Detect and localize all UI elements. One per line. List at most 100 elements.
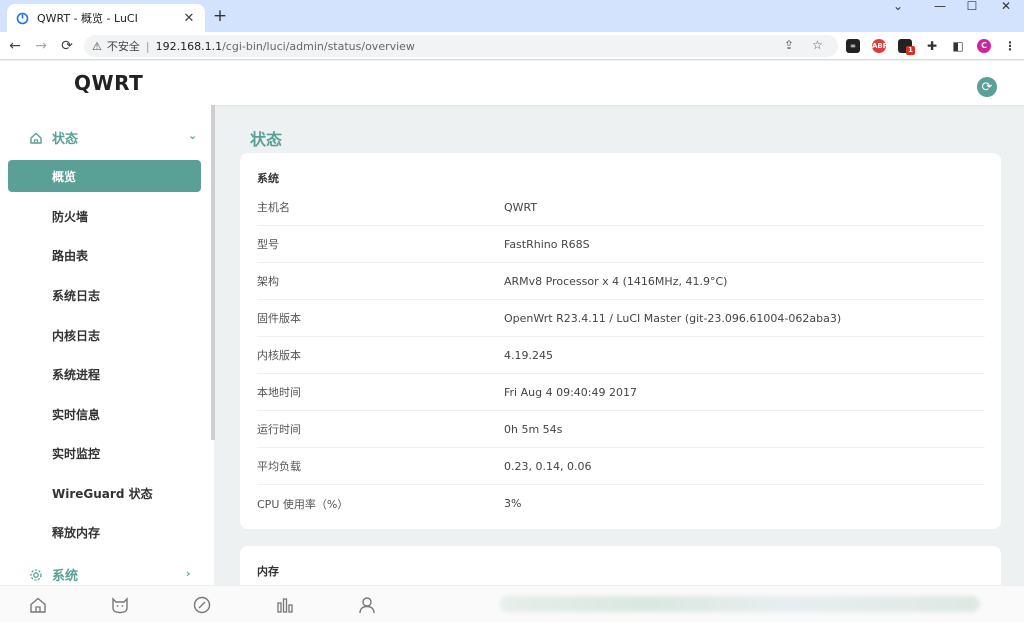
browser-tab-bar: QWRT - 概览 - LuCI ✕ + ⌄ — ☐ ✕ — [0, 0, 1024, 32]
info-key: 固件版本 — [257, 312, 301, 325]
brand-logo[interactable]: QWRT — [74, 71, 143, 95]
bookmark-star-icon[interactable]: ☆ — [812, 38, 823, 52]
sidebar-item-firewall[interactable]: 防火墙 — [8, 200, 201, 232]
sidebar-item-processes[interactable]: 系统进程 — [8, 358, 201, 390]
tab-title: QWRT - 概览 - LuCI — [37, 12, 138, 25]
sidebar-item-label: 实时信息 — [52, 407, 101, 422]
sidebar-item-free-memory[interactable]: 释放内存 — [8, 516, 201, 548]
puzzle-extensions-icon[interactable]: ✚ — [925, 39, 939, 53]
chevron-down-icon: ⌄ — [188, 129, 198, 142]
info-row-firmware: 固件版本 OpenWrt R23.4.11 / LuCI Master (git… — [257, 300, 985, 337]
window-close-button[interactable]: ✕ — [992, 0, 1020, 14]
sidebar-group-label: 系统 — [52, 569, 79, 584]
page-title: 状态 — [250, 130, 283, 149]
info-row-architecture: 架构 ARMv8 Processor x 4 (1416MHz, 41.9°C) — [257, 263, 985, 300]
info-row-model: 型号 FastRhino R68S — [257, 226, 985, 263]
sidebar-item-label: WireGuard 状态 — [52, 486, 153, 501]
share-icon[interactable]: ⇪ — [784, 38, 794, 52]
info-row-uptime: 运行时间 0h 5m 54s — [257, 411, 985, 448]
cat-icon[interactable] — [109, 594, 131, 616]
info-value: Fri Aug 4 09:40:49 2017 — [504, 385, 637, 399]
system-card-title: 系统 — [257, 172, 279, 185]
sidebar-group-label: 状态 — [52, 132, 79, 147]
info-value: ARMv8 Processor x 4 (1416MHz, 41.9°C) — [504, 274, 728, 288]
info-value: 0.23, 0.14, 0.06 — [504, 459, 592, 473]
sidebar-item-label: 防火墙 — [52, 209, 89, 224]
info-value: OpenWrt R23.4.11 / LuCI Master (git-23.0… — [504, 311, 842, 325]
browser-tab[interactable]: QWRT - 概览 - LuCI ✕ — [7, 4, 205, 32]
info-row-kernel: 内核版本 4.19.245 — [257, 337, 985, 374]
bar-chart-icon[interactable] — [274, 594, 296, 616]
new-tab-button[interactable]: + — [210, 6, 230, 26]
info-row-hostname: 主机名 QWRT — [257, 189, 985, 226]
sidebar-item-label: 内核日志 — [52, 328, 101, 343]
sidebar-item-label: 释放内存 — [52, 525, 101, 540]
refresh-icon[interactable]: ⟳ — [977, 77, 997, 97]
user-icon[interactable] — [356, 594, 378, 616]
info-row-load-average: 平均负载 0.23, 0.14, 0.06 — [257, 448, 985, 485]
chevron-right-icon: › — [186, 567, 191, 580]
sidebar-item-label: 系统日志 — [52, 288, 101, 303]
info-key: 架构 — [257, 275, 279, 288]
info-key: 主机名 — [257, 201, 290, 214]
sidebar-item-label: 实时监控 — [52, 446, 101, 461]
back-icon[interactable]: ← — [6, 37, 24, 55]
reload-icon[interactable]: ⟳ — [58, 37, 76, 55]
maximize-button[interactable]: ☐ — [958, 0, 986, 14]
home-icon[interactable] — [27, 594, 49, 616]
info-key: 内核版本 — [257, 349, 301, 362]
browser-toolbar: ← → ⟳ ⚠ 不安全 | 192.168.1.1/cgi-bin/luci/a… — [0, 32, 1024, 60]
memory-card-title: 内存 — [257, 565, 279, 578]
sidebar-group-status[interactable]: 状态 ⌄ — [28, 128, 197, 147]
home-icon — [28, 130, 44, 146]
url-separator: | — [145, 39, 150, 53]
sidebar-item-wireguard[interactable]: WireGuard 状态 — [8, 477, 201, 509]
warning-icon[interactable]: ⚠ — [92, 40, 102, 53]
url-path: /cgi-bin/luci/admin/status/overview — [222, 39, 415, 53]
close-tab-icon[interactable]: ✕ — [181, 11, 197, 26]
luci-favicon-icon — [15, 11, 29, 25]
info-key: 本地时间 — [257, 386, 301, 399]
info-value: 3% — [504, 497, 522, 510]
sidebar-item-realtime-info[interactable]: 实时信息 — [8, 398, 201, 430]
info-row-cpu-usage: CPU 使用率（%） 3% — [257, 485, 985, 522]
minimize-button[interactable]: — — [926, 0, 954, 14]
forward-icon[interactable]: → — [32, 37, 50, 55]
adblock-plus-icon[interactable]: ABP — [872, 39, 888, 53]
info-value: 4.19.245 — [504, 348, 553, 362]
sidebar-item-kernel-log[interactable]: 内核日志 — [8, 319, 201, 351]
blurred-footer-text — [500, 596, 980, 612]
more-menu-icon[interactable]: ⋮ — [1003, 39, 1017, 53]
sidebar-item-routes[interactable]: 路由表 — [8, 239, 201, 271]
bottom-nav-bar — [0, 585, 1024, 622]
sidebar-group-system[interactable]: 系统 › — [28, 565, 191, 584]
sidebar-item-syslog[interactable]: 系统日志 — [8, 279, 201, 311]
sidebar: 状态 ⌄ 概览 防火墙 路由表 系统日志 内核日志 系统进程 实时信息 实时监控… — [0, 105, 215, 585]
compass-icon[interactable] — [191, 594, 213, 616]
info-value: QWRT — [504, 200, 538, 214]
side-panel-icon[interactable]: ◧ — [951, 39, 965, 53]
url-text[interactable]: 192.168.1.1/cgi-bin/luci/admin/status/ov… — [156, 40, 415, 53]
extension-glasses-icon[interactable]: ∞ — [846, 39, 860, 53]
info-key: 运行时间 — [257, 423, 301, 436]
tab-search-icon[interactable]: ⌄ — [884, 0, 912, 14]
info-key: 平均负载 — [257, 460, 301, 473]
extension-badge-icon[interactable]: 1 — [898, 39, 915, 55]
info-value: FastRhino R68S — [504, 237, 590, 251]
sidebar-item-label: 系统进程 — [52, 367, 101, 382]
url-host: 192.168.1.1 — [155, 39, 223, 53]
app-header: QWRT ⟳ — [0, 61, 1024, 105]
sidebar-item-realtime-monitor[interactable]: 实时监控 — [8, 437, 201, 469]
address-bar[interactable]: ⚠ 不安全 | 192.168.1.1/cgi-bin/luci/admin/s… — [84, 35, 838, 57]
info-row-local-time: 本地时间 Fri Aug 4 09:40:49 2017 — [257, 374, 985, 411]
sidebar-item-label: 路由表 — [52, 248, 89, 263]
info-value: 0h 5m 54s — [504, 422, 563, 436]
sidebar-item-overview[interactable]: 概览 — [8, 160, 201, 192]
system-card: 系统 主机名 QWRT 型号 FastRhino R68S 架构 ARMv8 P… — [240, 153, 1001, 529]
info-key: CPU 使用率（%） — [257, 497, 349, 511]
extension-badge-count: 1 — [906, 46, 915, 55]
profile-avatar[interactable]: C — [977, 39, 991, 53]
insecure-label[interactable]: 不安全 — [107, 38, 140, 54]
sidebar-scrollbar[interactable] — [211, 105, 215, 440]
gear-icon — [28, 567, 44, 583]
